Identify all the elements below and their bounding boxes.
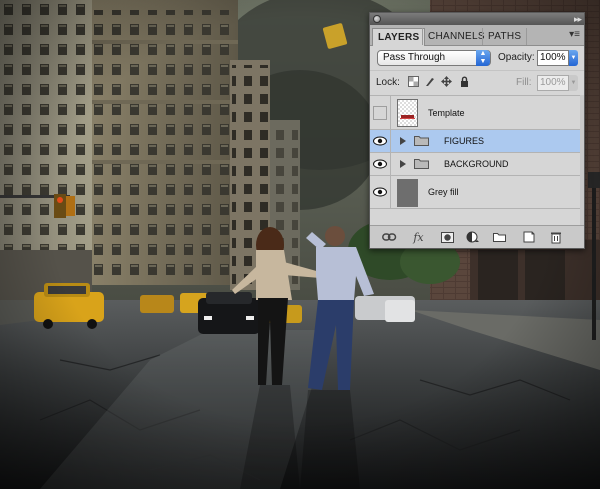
lock-label: Lock: <box>376 77 400 88</box>
layer-list: Template FIGURES BACKGROUND Grey fill <box>370 95 580 225</box>
row-divider <box>390 96 391 129</box>
lock-row: Lock: Fill: 100% ▼ <box>370 70 584 93</box>
lock-transparent-pixels-icon[interactable] <box>408 76 419 87</box>
fill-label: Fill: <box>516 77 532 88</box>
eye-icon[interactable] <box>372 133 388 149</box>
expand-triangle-icon[interactable] <box>400 160 406 168</box>
layer-row-background[interactable]: BACKGROUND <box>370 152 580 175</box>
delete-layer-icon[interactable] <box>548 230 563 244</box>
opacity-input[interactable]: 100% <box>537 50 569 66</box>
blend-row: Pass Through ▲ ▼ Opacity: 100% ▼ <box>370 46 584 70</box>
eye-icon[interactable] <box>372 184 388 200</box>
adjustment-layer-icon[interactable] <box>465 230 480 244</box>
layer-style-fx-icon[interactable]: fx <box>411 230 426 244</box>
template-thumbnail <box>397 99 418 127</box>
link-layers-icon[interactable] <box>382 230 397 244</box>
layer-mask-icon[interactable] <box>440 230 455 244</box>
panel-titlebar[interactable]: ▸▸ <box>370 13 584 25</box>
new-layer-icon[interactable] <box>521 230 536 244</box>
layer-name-grey-fill: Grey fill <box>428 187 459 197</box>
panel-menu-icon[interactable]: ▾≡ <box>569 28 580 42</box>
visibility-toggle-empty[interactable] <box>373 105 387 120</box>
tab-channels[interactable]: CHANNELS <box>422 28 490 45</box>
fill-slider-arrow-icon[interactable]: ▼ <box>569 75 578 91</box>
layer-name-figures: FIGURES <box>444 136 485 146</box>
new-group-icon[interactable] <box>492 230 507 244</box>
panel-footer: fx <box>370 225 584 248</box>
panel-tabs: LAYERS CHANNELS PATHS ▾≡ <box>370 25 584 46</box>
thumbnail-preview-icon <box>398 100 417 126</box>
tab-layers[interactable]: LAYERS <box>372 28 426 46</box>
row-divider <box>390 153 391 175</box>
layer-row-template[interactable]: Template <box>370 95 580 129</box>
folder-icon <box>414 135 429 146</box>
tab-paths[interactable]: PATHS <box>482 28 528 45</box>
blend-mode-dropdown[interactable]: Pass Through ▲ ▼ <box>377 50 491 66</box>
expand-triangle-icon[interactable] <box>400 137 406 145</box>
opacity-slider-arrow-icon[interactable]: ▼ <box>569 50 578 66</box>
layer-row-figures[interactable]: FIGURES <box>370 129 580 152</box>
layer-list-scrollbar[interactable] <box>580 95 584 225</box>
layer-row-grey-fill[interactable]: Grey fill <box>370 175 580 209</box>
layer-name-background: BACKGROUND <box>444 159 509 169</box>
grey-fill-thumbnail <box>397 179 418 207</box>
close-panel-button[interactable] <box>373 15 381 23</box>
fill-input[interactable]: 100% <box>537 75 569 91</box>
lock-position-icon[interactable] <box>441 76 452 87</box>
blend-mode-value: Pass Through <box>383 52 446 63</box>
row-divider <box>390 176 391 208</box>
lock-all-icon[interactable] <box>459 76 470 87</box>
layers-panel: ▸▸ LAYERS CHANNELS PATHS ▾≡ Pass Through… <box>369 12 585 249</box>
eye-icon[interactable] <box>372 156 388 172</box>
collapse-panel-icon[interactable]: ▸▸ <box>574 13 582 25</box>
layer-name-template: Template <box>428 107 465 118</box>
row-divider <box>390 130 391 152</box>
folder-icon <box>414 158 429 169</box>
lock-image-pixels-icon[interactable] <box>424 76 435 87</box>
opacity-label: Opacity: <box>498 52 535 63</box>
dropdown-arrows-icon: ▲ ▼ <box>476 50 490 66</box>
